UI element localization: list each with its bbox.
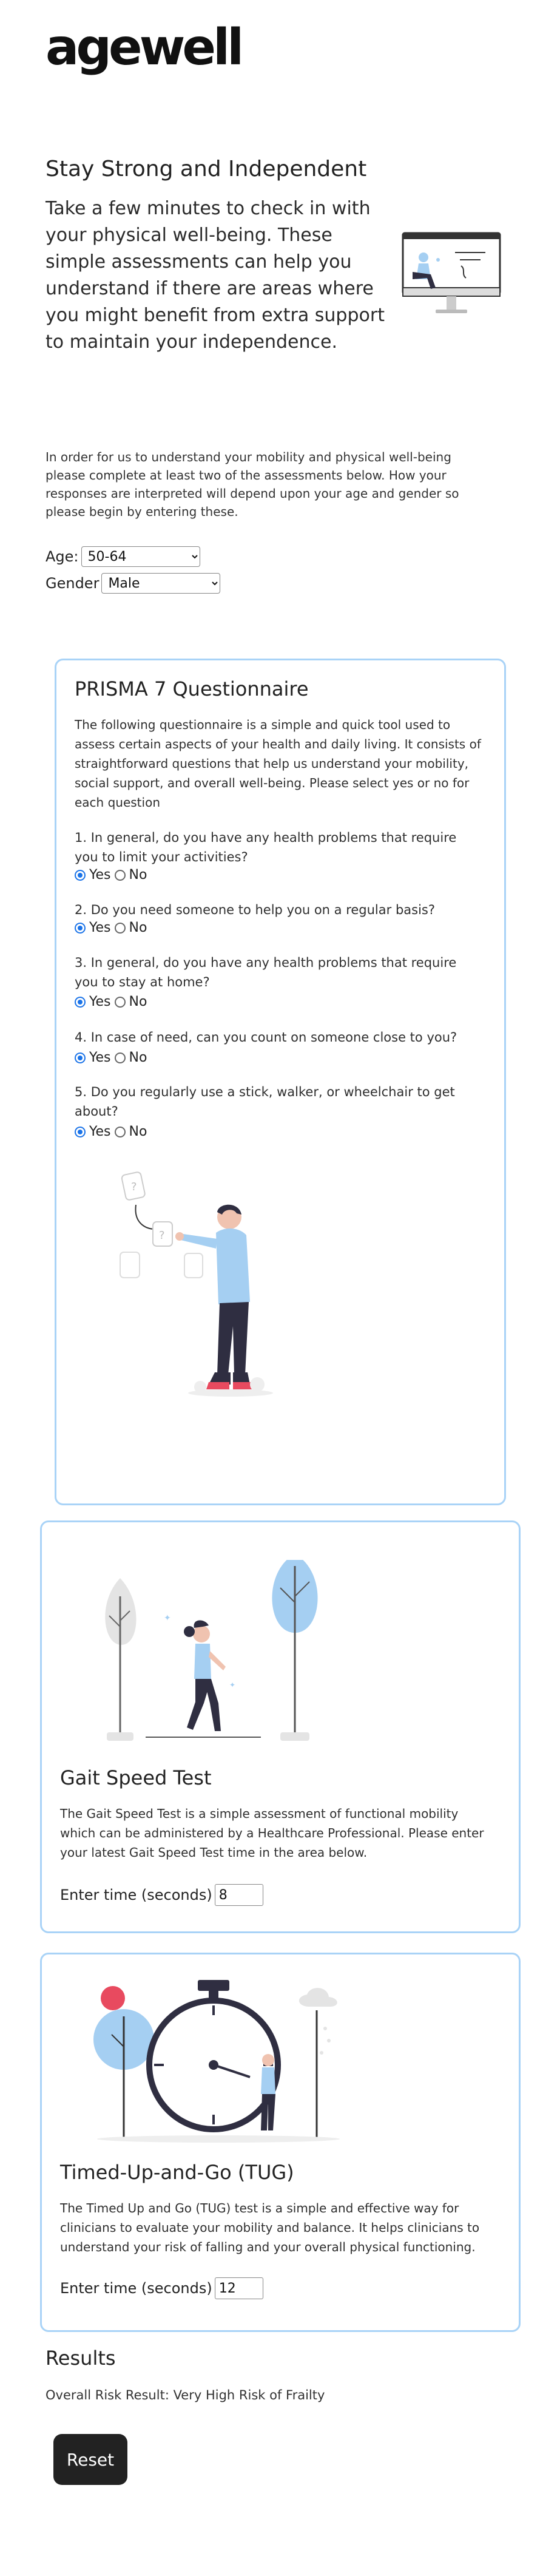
- radio-yes-1[interactable]: [75, 869, 86, 881]
- radio-no-2[interactable]: [114, 922, 126, 934]
- agewell-logo: agewell: [46, 19, 244, 76]
- radio-yes-2[interactable]: [75, 922, 86, 934]
- stopwatch-illustration: [93, 1980, 340, 2143]
- gait-input-label: Enter time (seconds): [60, 1886, 212, 1903]
- prisma-answer-row-5: Yes No: [75, 1124, 147, 1139]
- gait-input-row: Enter time (seconds): [60, 1884, 263, 1906]
- svg-text:?: ?: [131, 1181, 137, 1193]
- hero-lead-text: Take a few minutes to check in with your…: [46, 198, 385, 353]
- gender-select[interactable]: Male: [101, 573, 221, 594]
- yes-label: Yes: [89, 994, 111, 1009]
- radio-no-1[interactable]: [114, 869, 126, 881]
- tug-title: Timed-Up-and-Go (TUG): [60, 2161, 294, 2184]
- age-label: Age:: [46, 548, 79, 565]
- page-title: Stay Strong and Independent: [46, 157, 367, 181]
- prisma-question-1: 1. In general, do you have any health pr…: [75, 830, 457, 864]
- results-title: Results: [46, 2347, 116, 2370]
- yes-label: Yes: [89, 920, 111, 935]
- yes-label: Yes: [89, 867, 111, 883]
- radio-no-5[interactable]: [114, 1126, 126, 1137]
- gait-walking-illustration: ✦ ✦: [105, 1560, 318, 1741]
- prisma-title: PRISMA 7 Questionnaire: [75, 677, 309, 700]
- no-label: No: [129, 1050, 147, 1065]
- no-label: No: [129, 867, 147, 883]
- radio-yes-4[interactable]: [75, 1052, 86, 1063]
- reset-button[interactable]: Reset: [53, 2434, 127, 2485]
- radio-no-3[interactable]: [114, 996, 126, 1008]
- prisma-description: The following questionnaire is a simple …: [75, 717, 481, 810]
- yes-label: Yes: [89, 1050, 111, 1065]
- computer-illustration: [402, 232, 501, 313]
- gender-field-row: Gender Male: [46, 573, 221, 594]
- svg-text:✦: ✦: [164, 1613, 171, 1623]
- overall-risk-result: Overall Risk Result: Very High Risk of F…: [46, 2388, 325, 2402]
- tug-input-row: Enter time (seconds): [60, 2277, 263, 2299]
- prisma-question-4: 4. In case of need, can you count on som…: [75, 1030, 457, 1045]
- svg-text:✦: ✦: [229, 1681, 235, 1689]
- prisma-question-3: 3. In general, do you have any health pr…: [75, 955, 457, 989]
- prisma-question-2: 2. Do you need someone to help you on a …: [75, 903, 436, 917]
- tug-time-input[interactable]: [214, 2277, 263, 2299]
- radio-yes-5[interactable]: [75, 1126, 86, 1137]
- no-label: No: [129, 994, 147, 1009]
- gait-time-input[interactable]: [214, 1884, 263, 1906]
- prisma-answer-row-3: Yes No: [75, 994, 147, 1009]
- radio-no-4[interactable]: [114, 1052, 126, 1063]
- prisma-answer-row-2: Yes No: [75, 920, 147, 935]
- gait-title: Gait Speed Test: [60, 1766, 212, 1789]
- prisma-answer-row-4: Yes No: [75, 1050, 147, 1065]
- yes-label: Yes: [89, 1124, 111, 1139]
- tug-description: The Timed Up and Go (TUG) test is a simp…: [60, 2201, 480, 2254]
- gender-label: Gender: [46, 575, 100, 592]
- svg-text:?: ?: [159, 1229, 165, 1242]
- age-select[interactable]: 50-64: [81, 546, 200, 567]
- prisma-question-5: 5. Do you regularly use a stick, walker,…: [75, 1085, 455, 1119]
- no-label: No: [129, 1124, 147, 1139]
- no-label: No: [129, 920, 147, 935]
- intro-text: In order for us to understand your mobil…: [46, 450, 459, 519]
- age-field-row: Age: 50-64: [46, 546, 200, 567]
- tug-input-label: Enter time (seconds): [60, 2280, 212, 2297]
- prisma-answer-row-1: Yes No: [75, 867, 147, 883]
- questionnaire-person-illustration: ? ?: [120, 1171, 273, 1397]
- gait-description: The Gait Speed Test is a simple assessme…: [60, 1806, 484, 1860]
- radio-yes-3[interactable]: [75, 996, 86, 1008]
